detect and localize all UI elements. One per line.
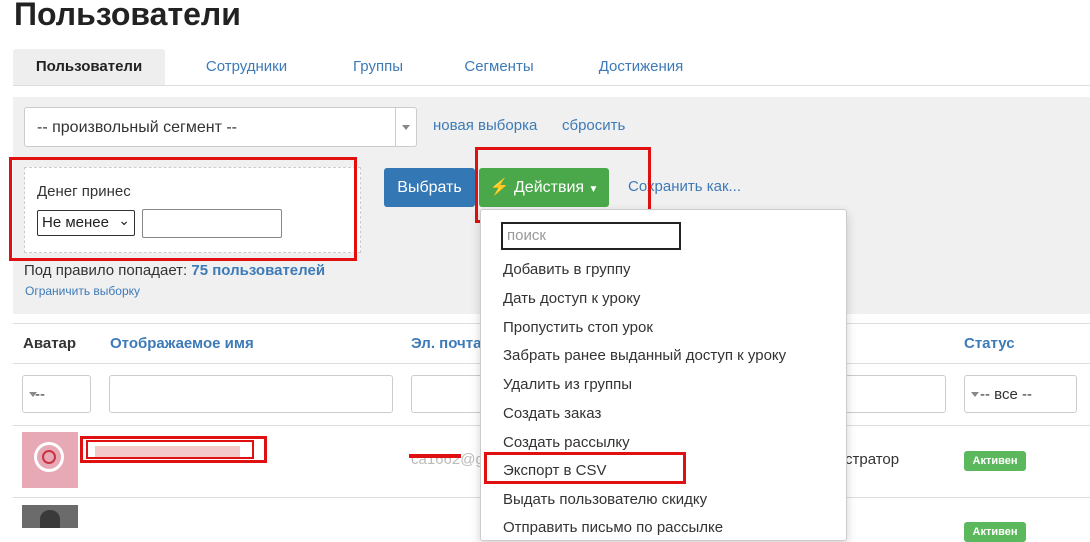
tab-users[interactable]: Пользователи — [13, 49, 165, 85]
rule-info: Под правило попадает: 75 пользователей — [24, 262, 325, 279]
menu-item-skip-stop-lesson[interactable]: Пропустить стоп урок — [503, 319, 653, 336]
rule-count-link[interactable]: 75 пользователей — [191, 262, 325, 279]
name-filter-input[interactable] — [109, 375, 393, 413]
chevron-down-icon — [395, 108, 416, 146]
reset-link[interactable]: сбросить — [562, 117, 625, 134]
limit-selection-link[interactable]: Ограничить выборку — [25, 284, 140, 298]
avatar-filter-select[interactable]: -- — [22, 375, 91, 413]
tab-segments[interactable]: Сегменты — [443, 49, 555, 85]
annotation-box-export-csv — [484, 452, 686, 484]
menu-item-add-to-group[interactable]: Добавить в группу — [503, 261, 631, 278]
status-filter-select[interactable]: -- все -- — [964, 375, 1077, 413]
avatar[interactable] — [22, 432, 78, 488]
new-selection-link[interactable]: новая выборка — [433, 117, 537, 134]
email-filter-input[interactable] — [411, 375, 491, 413]
annotation-box-filter — [9, 157, 357, 261]
page-title: Пользователи — [14, 0, 241, 32]
status-filter-value: -- все -- — [980, 386, 1032, 403]
role-filter-select[interactable] — [830, 375, 946, 413]
avatar[interactable] — [22, 505, 78, 528]
column-header-avatar: Аватар — [23, 335, 77, 352]
tab-achievements[interactable]: Достижения — [583, 49, 699, 85]
actions-dropdown: поиск Добавить в группу Дать доступ к ур… — [480, 209, 847, 541]
status-badge: Активен — [964, 451, 1026, 471]
menu-item-create-mailing[interactable]: Создать рассылку — [503, 434, 630, 451]
column-header-email[interactable]: Эл. почта — [411, 335, 481, 352]
tab-employees[interactable]: Сотрудники — [183, 49, 310, 85]
menu-item-remove-from-group[interactable]: Удалить из группы — [503, 376, 632, 393]
role-text: стратор — [845, 451, 900, 468]
annotation-box-name-inner — [86, 440, 254, 459]
menu-item-revoke-lesson-access[interactable]: Забрать ранее выданный доступ к уроку — [503, 347, 786, 364]
menu-item-give-discount[interactable]: Выдать пользователю скидку — [503, 491, 707, 508]
rule-prefix: Под правило попадает: — [24, 262, 188, 279]
tab-groups[interactable]: Группы — [333, 49, 423, 85]
menu-item-create-order[interactable]: Создать заказ — [503, 405, 601, 422]
status-badge: Активен — [964, 522, 1026, 542]
segment-select[interactable]: -- произвольный сегмент -- — [24, 107, 417, 147]
search-placeholder: поиск — [507, 227, 546, 244]
choose-button[interactable]: Выбрать — [384, 168, 475, 207]
actions-search-input[interactable]: поиск — [501, 222, 681, 250]
column-header-name[interactable]: Отображаемое имя — [110, 335, 254, 352]
menu-item-grant-lesson-access[interactable]: Дать доступ к уроку — [503, 290, 640, 307]
tab-bar: Пользователи Сотрудники Группы Сегменты … — [13, 49, 1090, 86]
segment-select-value: -- произвольный сегмент -- — [37, 119, 237, 136]
redaction-line — [409, 454, 461, 458]
column-header-status[interactable]: Статус — [964, 335, 1015, 352]
